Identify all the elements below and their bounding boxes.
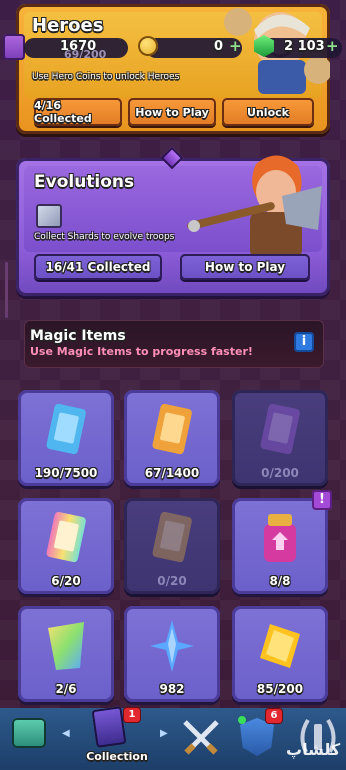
watermark-logo: کلشاپ	[286, 740, 341, 759]
heroes-subtitle: Use Hero Coins to unlock Heroes	[32, 72, 180, 82]
gold-coin-icon	[138, 36, 158, 56]
magic-item-tile[interactable]: 85/200	[232, 606, 328, 702]
star-shard-icon	[148, 618, 196, 674]
add-gold-icon[interactable]: +	[229, 37, 242, 55]
magic-item-tile[interactable]: 0/200	[232, 390, 328, 486]
nav-tab-shop[interactable]	[0, 710, 60, 768]
evolution-shard-icon	[36, 204, 62, 228]
item-count: 982	[159, 682, 185, 696]
clan-badge: 6	[266, 709, 282, 723]
evolutions-title: Evolutions	[34, 172, 135, 192]
item-alert-badge: !	[312, 490, 332, 510]
legendary-book-icon	[42, 510, 90, 566]
item-count: 0/20	[157, 574, 187, 588]
crossed-swords-icon	[183, 720, 219, 755]
nav-tab-battle[interactable]	[176, 712, 226, 766]
magic-item-tile[interactable]: 6/20	[18, 498, 114, 594]
item-count: 190/7500	[34, 466, 98, 480]
epic-book-icon	[256, 402, 304, 458]
heroes-how-to-play-button[interactable]: How to Play	[128, 98, 216, 126]
champion-book-icon	[148, 510, 196, 566]
item-count: 85/200	[256, 682, 304, 696]
item-count: 8/8	[269, 574, 291, 588]
clan-shield-icon	[240, 718, 274, 756]
chevron-right-icon[interactable]: ▶	[160, 728, 168, 739]
add-gems-icon[interactable]: +	[326, 37, 339, 55]
heroes-unlock-button[interactable]: Unlock	[222, 98, 314, 126]
scrollbar[interactable]	[5, 262, 8, 318]
magic-item-tile[interactable]: 2/6	[18, 606, 114, 702]
gold-shard-icon	[256, 618, 304, 674]
gems-value: 2 103	[284, 39, 325, 54]
common-book-icon	[42, 402, 90, 458]
heroes-collected-button[interactable]: 4/16 Collected	[34, 98, 122, 126]
magic-items-title: Magic Items	[30, 328, 126, 344]
evolutions-how-to-play-button[interactable]: How to Play	[180, 254, 310, 280]
item-count: 67/1400	[144, 466, 200, 480]
collection-label: Collection	[86, 750, 148, 763]
chest-icon	[12, 718, 46, 748]
item-count: 0/200	[261, 466, 299, 480]
magic-item-tile[interactable]: 0/20	[124, 498, 220, 594]
evolutions-collected-button[interactable]: 16/41 Collected	[34, 254, 162, 280]
evolutions-subtitle: Collect Shards to evolve troops	[34, 232, 175, 242]
valkyrie-character-art	[186, 146, 326, 258]
hero-coin-card-icon	[3, 34, 25, 60]
magic-item-tile[interactable]: 982	[124, 606, 220, 702]
cards-icon	[91, 706, 127, 748]
item-count: 2/6	[55, 682, 77, 696]
magic-item-tile[interactable]: 190/7500	[18, 390, 114, 486]
item-count: 6/20	[51, 574, 81, 588]
elixir-potion-icon	[256, 510, 304, 566]
magic-item-tile[interactable]: 8/8	[232, 498, 328, 594]
hero-coins-sub: 69/200	[64, 48, 107, 61]
collection-badge: 1	[124, 708, 140, 722]
online-dot-icon	[238, 716, 246, 724]
gold-value: 0	[214, 39, 224, 54]
heroes-title: Heroes	[32, 15, 104, 36]
gold-bar	[146, 38, 242, 58]
magic-items-subtitle: Use Magic Items to progress faster!	[30, 345, 253, 358]
chevron-left-icon[interactable]: ◀	[62, 728, 70, 739]
rare-book-icon	[148, 402, 196, 458]
magic-info-button[interactable]: i	[294, 332, 314, 352]
magic-item-tile[interactable]: 67/1400	[124, 390, 220, 486]
wild-shard-icon	[42, 618, 90, 674]
